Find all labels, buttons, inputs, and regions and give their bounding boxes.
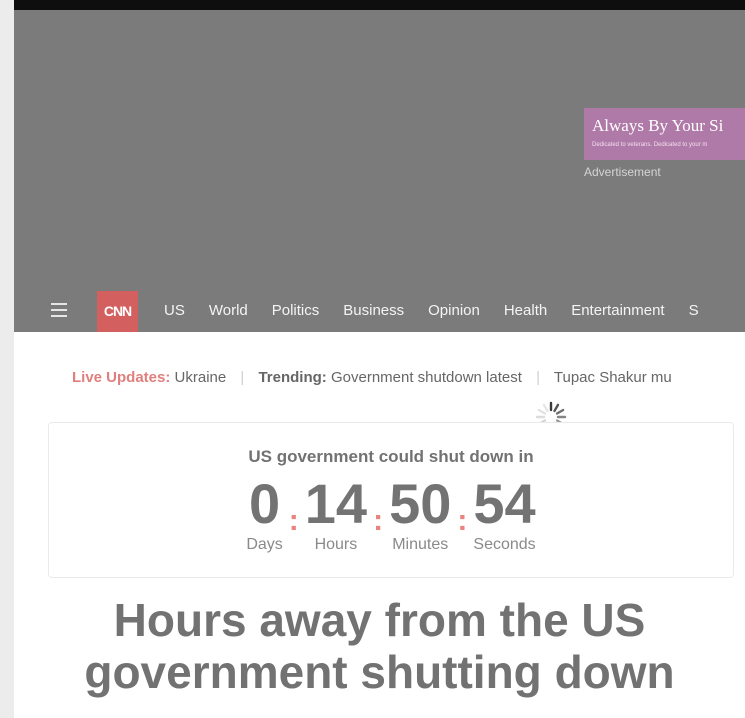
countdown-hours: 14 Hours (305, 474, 367, 554)
countdown-days-label: Days (246, 536, 283, 553)
ad-title: Always By Your Si (592, 116, 724, 135)
countdown-days: 0 Days (246, 474, 282, 554)
trending-label: Trending: (258, 369, 327, 386)
countdown-separator: : (457, 504, 468, 537)
left-gutter (0, 0, 14, 718)
live-updates-label: Live Updates: (72, 369, 171, 386)
window-top-bar (0, 0, 745, 10)
nav-item-truncated[interactable]: S (689, 302, 699, 319)
live-updates-link[interactable]: Ukraine (175, 369, 227, 386)
headline[interactable]: Hours away from the US government shutti… (14, 594, 745, 698)
countdown-separator: : (288, 504, 299, 537)
main-content: Live Updates: Ukraine | Trending: Govern… (14, 332, 745, 718)
nav-item-politics[interactable]: Politics (272, 302, 320, 319)
divider: | (536, 369, 540, 386)
countdown-digits: 0 Days : 14 Hours : 50 Minutes : 54 Seco… (49, 474, 733, 556)
countdown-minutes-value: 50 (389, 472, 452, 535)
trending-bar: Live Updates: Ukraine | Trending: Govern… (72, 369, 672, 386)
divider: | (240, 369, 245, 386)
countdown-minutes-label: Minutes (392, 536, 449, 553)
trending-link[interactable]: Government shutdown latest (331, 369, 522, 386)
nav-item-us[interactable]: US (164, 302, 185, 319)
nav-item-health[interactable]: Health (504, 302, 547, 319)
ad-subtitle: Dedicated to veterans. Dedicated to your… (592, 142, 708, 148)
ad-area: Always By Your Si Dedicated to veterans.… (14, 10, 745, 288)
nav-item-world[interactable]: World (209, 302, 248, 319)
countdown-seconds: 54 Seconds (473, 474, 535, 554)
countdown-box: US government could shut down in 0 Days … (48, 422, 734, 578)
headline-line-2: government shutting down (84, 646, 675, 698)
countdown-minutes: 50 Minutes (389, 474, 451, 554)
nav-item-business[interactable]: Business (343, 302, 404, 319)
menu-icon[interactable] (51, 303, 67, 317)
main-nav: CNN US World Politics Business Opinion H… (14, 288, 745, 332)
nav-item-entertainment[interactable]: Entertainment (571, 302, 664, 319)
trending-link-extra[interactable]: Tupac Shakur mu (554, 369, 672, 386)
countdown-days-value: 0 (248, 472, 281, 535)
countdown-seconds-label: Seconds (473, 536, 536, 553)
countdown-heading: US government could shut down in (248, 447, 534, 466)
ad-label: Advertisement (584, 165, 661, 179)
countdown-seconds-value: 54 (473, 472, 536, 535)
countdown-hours-value: 14 (304, 472, 368, 535)
countdown-separator: : (373, 504, 384, 537)
headline-line-1: Hours away from the US (113, 594, 646, 646)
nav-items: US World Politics Business Opinion Healt… (164, 288, 723, 332)
countdown-hours-label: Hours (314, 536, 358, 553)
cnn-logo[interactable]: CNN (97, 291, 138, 332)
ad-banner[interactable]: Always By Your Si Dedicated to veterans.… (584, 108, 745, 160)
nav-item-opinion[interactable]: Opinion (428, 302, 480, 319)
